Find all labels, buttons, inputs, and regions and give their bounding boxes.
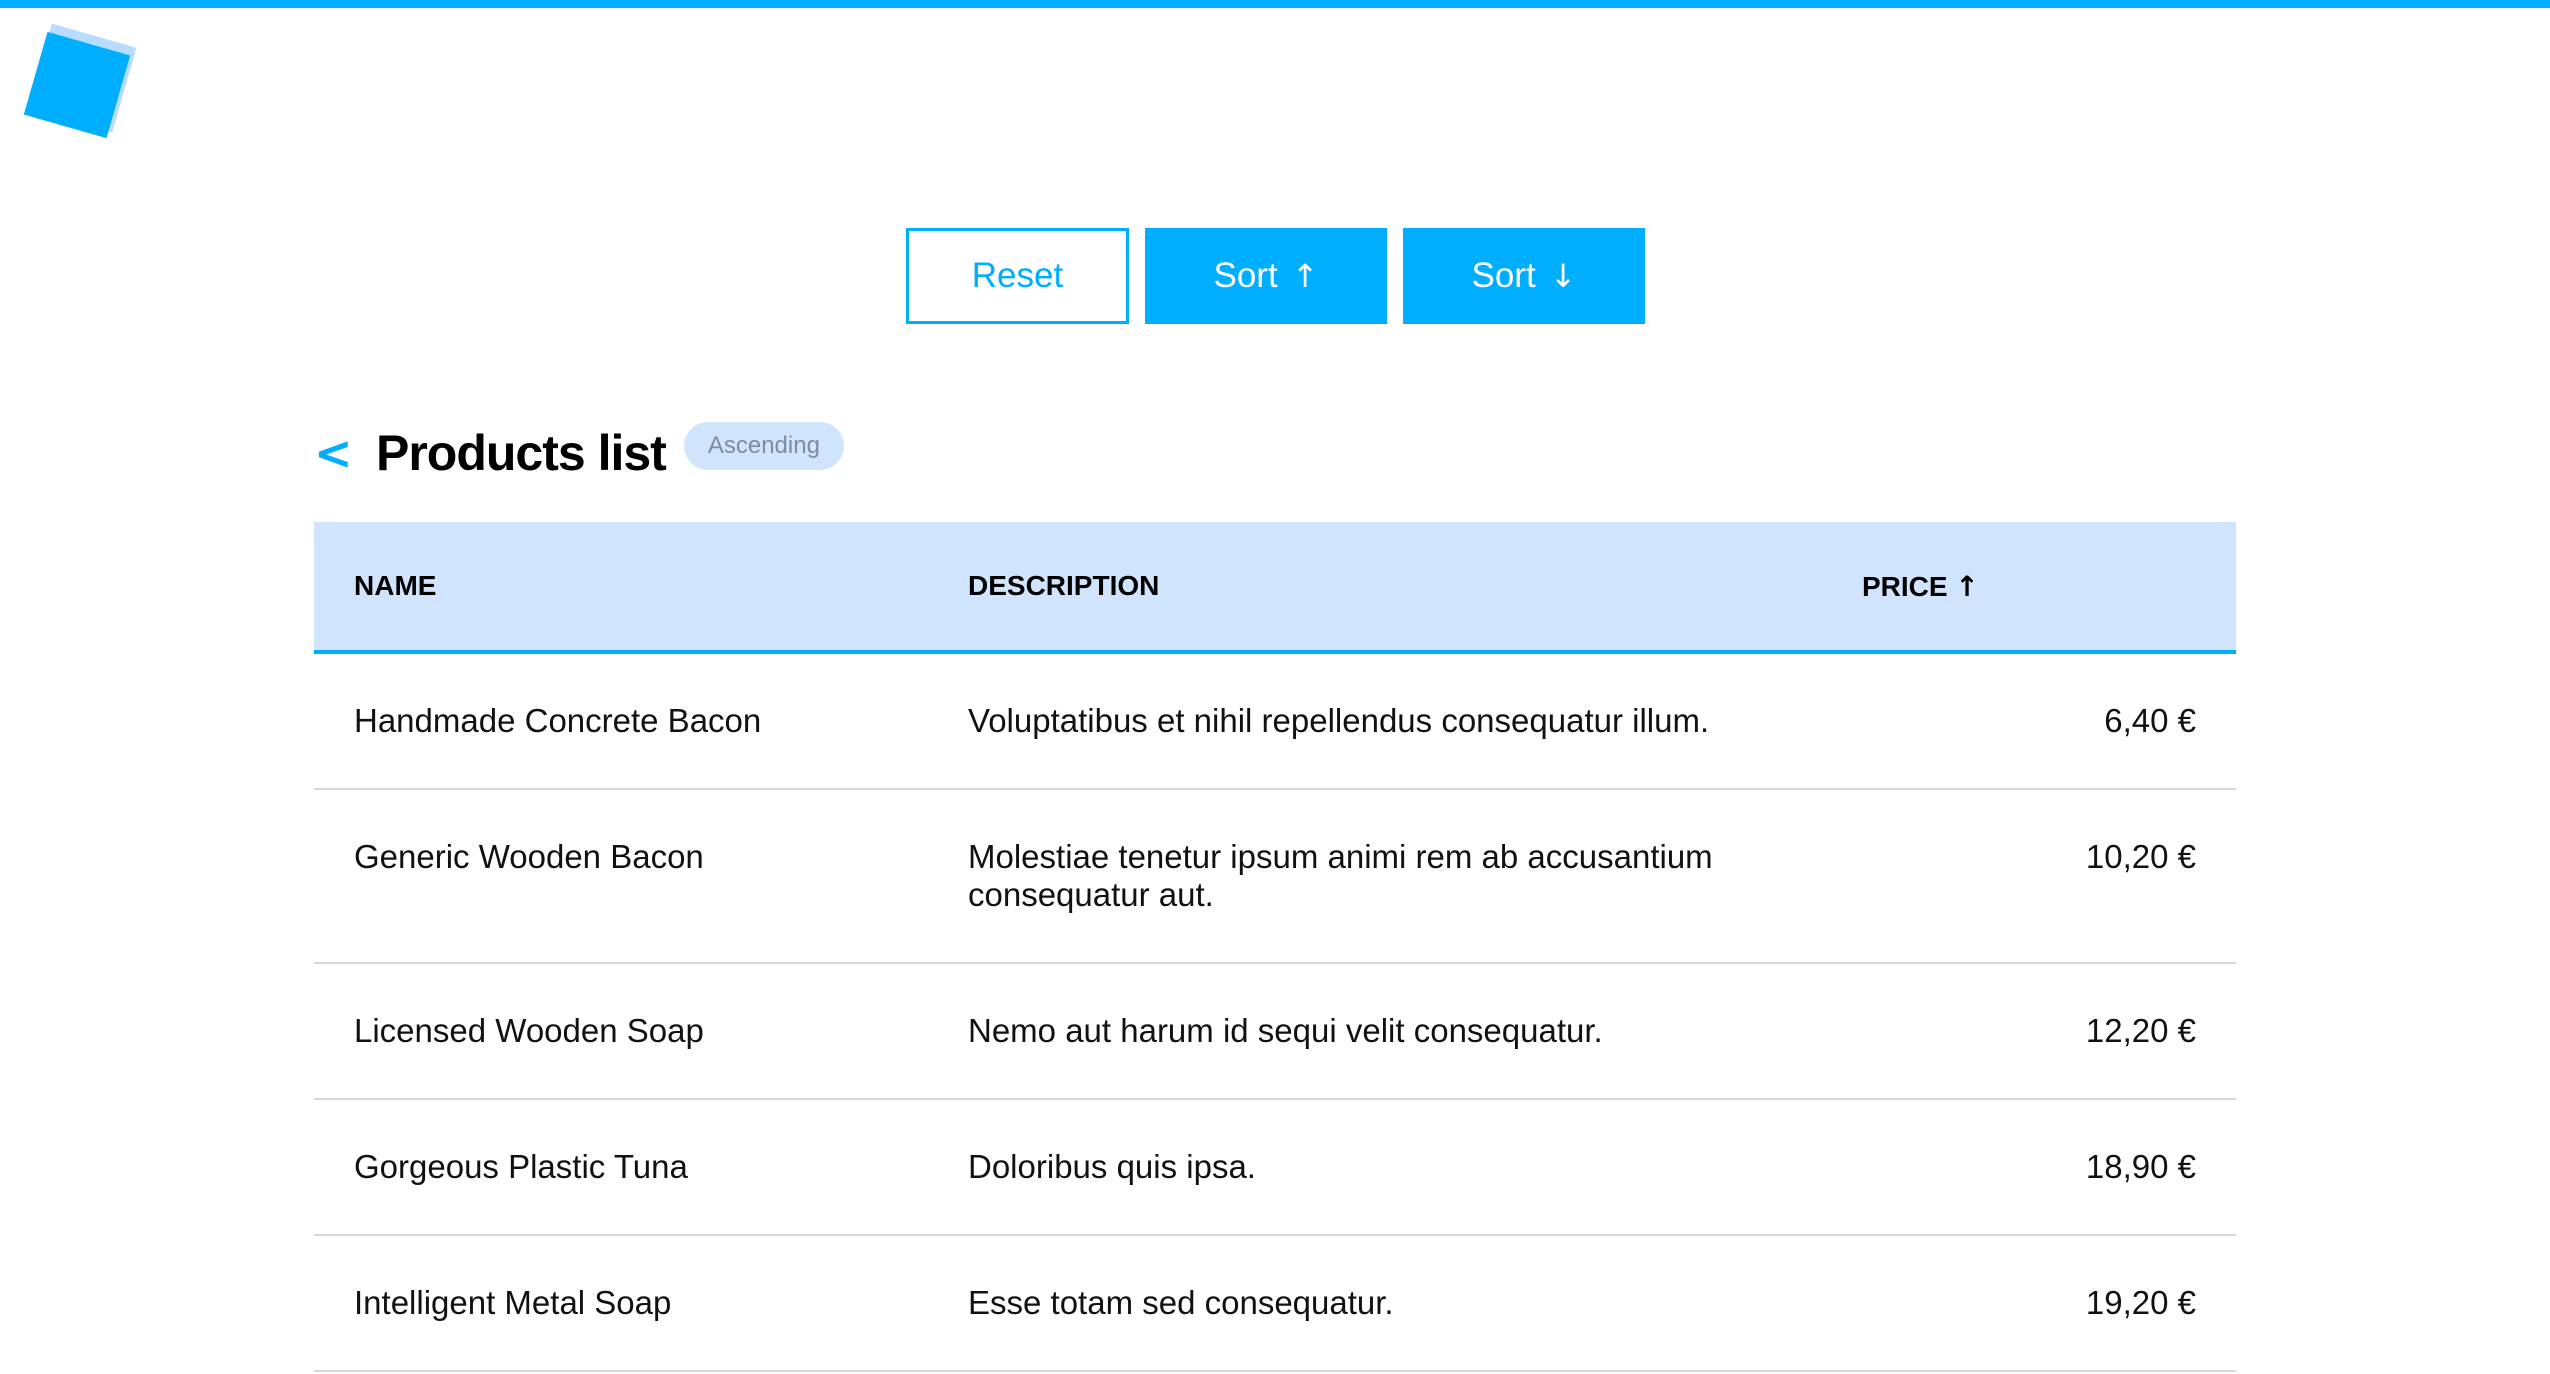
cell-name: Gorgeous Plastic Tuna [314, 1099, 928, 1236]
page-heading: < Products list Ascending [314, 418, 844, 488]
cell-description: Molestiae tenetur ipsum animi rem ab acc… [928, 789, 1848, 964]
sort-arrow-up-icon: ↑ [1955, 569, 1979, 603]
column-header-name-label: NAME [354, 570, 437, 601]
cell-description: Voluptatibus et nihil repellendus conseq… [928, 652, 1848, 790]
cell-price: 10,20 € [1848, 789, 2236, 964]
column-header-price-label: PRICE [1862, 570, 1948, 602]
table-row[interactable]: Licensed Wooden Soap Nemo aut harum id s… [314, 963, 2236, 1100]
sort-ascending-button[interactable]: Sort ↑ [1145, 228, 1387, 324]
products-table: NAME DESCRIPTION PRICE ↑ Handmade Concre… [314, 522, 2236, 1372]
reset-button[interactable]: Reset [906, 228, 1129, 324]
column-header-price[interactable]: PRICE ↑ [1848, 522, 2236, 654]
cell-name: Intelligent Metal Soap [314, 1235, 928, 1372]
cell-description: Doloribus quis ipsa. [928, 1099, 1848, 1236]
table-row[interactable]: Handmade Concrete Bacon Voluptatibus et … [314, 652, 2236, 790]
top-accent-bar [0, 0, 2550, 8]
cell-price: 6,40 € [1848, 652, 2236, 790]
cell-price: 18,90 € [1848, 1099, 2236, 1236]
cell-price: 12,20 € [1848, 963, 2236, 1100]
back-chevron-icon[interactable]: < [314, 426, 376, 480]
sort-descending-button[interactable]: Sort ↓ [1403, 228, 1645, 324]
arrow-down-icon: ↓ [1549, 257, 1577, 295]
table-header-row: NAME DESCRIPTION PRICE ↑ [314, 522, 2236, 654]
cell-name: Generic Wooden Bacon [314, 789, 928, 964]
column-header-description-label: DESCRIPTION [968, 570, 1160, 601]
cell-name: Handmade Concrete Bacon [314, 652, 928, 790]
arrow-up-icon: ↑ [1291, 257, 1319, 295]
cell-description: Esse totam sed consequatur. [928, 1235, 1848, 1372]
table-row[interactable]: Gorgeous Plastic Tuna Doloribus quis ips… [314, 1099, 2236, 1236]
column-header-description[interactable]: DESCRIPTION [928, 522, 1848, 654]
toolbar: Reset Sort ↑ Sort ↓ [906, 228, 1645, 324]
sort-descending-label: Sort [1471, 256, 1536, 295]
column-header-name[interactable]: NAME [314, 522, 928, 654]
reset-button-label: Reset [971, 256, 1064, 295]
cell-name: Licensed Wooden Soap [314, 963, 928, 1100]
page-title: Products list [376, 425, 667, 481]
sort-ascending-label: Sort [1213, 256, 1278, 295]
cell-description: Nemo aut harum id sequi velit consequatu… [928, 963, 1848, 1100]
table-row[interactable]: Intelligent Metal Soap Esse totam sed co… [314, 1235, 2236, 1372]
sort-status-badge: Ascending [683, 422, 844, 470]
cell-price: 19,20 € [1848, 1235, 2236, 1372]
table-row[interactable]: Generic Wooden Bacon Molestiae tenetur i… [314, 789, 2236, 964]
logo [23, 23, 137, 140]
